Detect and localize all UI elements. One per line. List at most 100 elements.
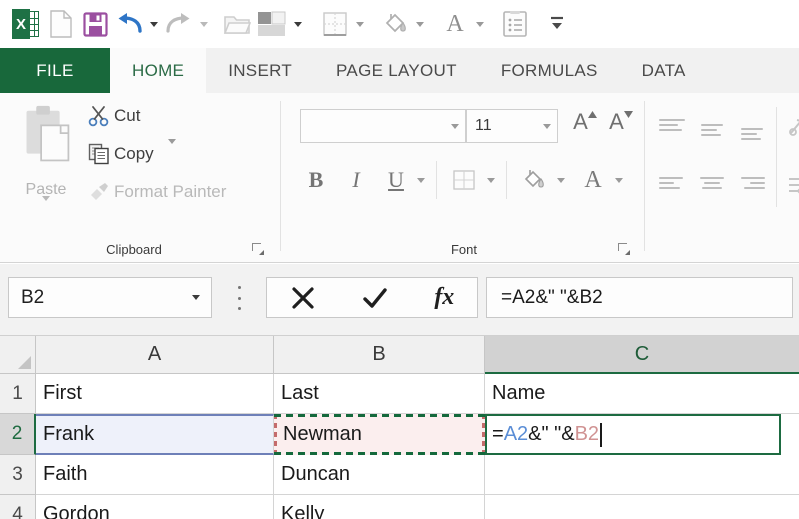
font-color-icon[interactable]: A [438, 7, 472, 41]
cell-a3[interactable]: Faith [36, 455, 274, 495]
cancel-formula-button[interactable] [290, 285, 316, 311]
tab-insert[interactable]: INSERT [206, 48, 314, 93]
new-file-icon[interactable] [44, 7, 78, 41]
row-header-1[interactable]: 1 [0, 374, 36, 414]
name-box-dropdown-icon[interactable] [181, 295, 211, 300]
cell-c3[interactable] [485, 455, 799, 495]
cell-a4-value: Gordon [43, 503, 110, 519]
formula-bar-grip[interactable] [232, 286, 246, 310]
font-color-dropdown-icon[interactable] [472, 7, 488, 41]
select-all-triangle-icon [18, 356, 31, 369]
customize-toolbar-icon[interactable] [540, 7, 574, 41]
bold-button[interactable]: B [300, 163, 332, 197]
cell-b2-value: Newman [283, 423, 362, 445]
align-left-button[interactable] [654, 169, 690, 201]
font-color-dropdown-icon[interactable] [610, 163, 628, 197]
font-name-input[interactable] [300, 109, 466, 143]
column-header-c[interactable]: C [485, 336, 799, 374]
bottom-align-button[interactable] [734, 119, 770, 151]
select-all-button[interactable] [0, 336, 36, 374]
ribbon-content: Paste Cut Copy Format Painter Clipboard … [0, 93, 799, 263]
cut-button[interactable]: Cut [84, 105, 140, 127]
wrap-text-icon[interactable] [784, 169, 799, 201]
grow-font-button[interactable]: A [570, 109, 600, 143]
font-name-dropdown-icon[interactable] [445, 123, 465, 129]
cell-b3[interactable]: Duncan [274, 455, 485, 495]
cell-b2[interactable]: Newman [274, 414, 485, 455]
formula-input[interactable]: =A2&" "&B2 [486, 277, 793, 318]
align-right-button[interactable] [734, 169, 770, 201]
theme-icon[interactable] [254, 7, 290, 41]
open-icon[interactable] [220, 7, 254, 41]
clipboard-dialog-launcher[interactable] [252, 243, 264, 255]
paste-dropdown-icon[interactable] [42, 196, 50, 219]
font-size-dropdown-icon[interactable] [537, 123, 557, 129]
italic-button[interactable]: I [340, 163, 372, 197]
orientation-icon[interactable] [784, 111, 799, 143]
row-header-1-label: 1 [12, 382, 23, 404]
cell-c2[interactable]: = A2 &" "& B2 [485, 414, 781, 455]
theme-dropdown-icon[interactable] [290, 7, 306, 41]
enter-formula-button[interactable] [361, 285, 389, 311]
column-header-a[interactable]: A [36, 336, 274, 374]
cell-a2[interactable]: Frank [36, 414, 274, 455]
borders-dropdown-icon[interactable] [482, 163, 500, 197]
column-header-b[interactable]: B [274, 336, 485, 374]
cell-b1[interactable]: Last [274, 374, 485, 414]
undo-icon[interactable] [112, 7, 146, 41]
borders-dropdown-icon[interactable] [352, 7, 368, 41]
tab-page-layout[interactable]: PAGE LAYOUT [314, 48, 479, 93]
font-dialog-launcher[interactable] [618, 243, 630, 255]
formula-token-concat: &" "& [528, 423, 575, 445]
row-header-4[interactable]: 4 [0, 495, 36, 519]
list-icon[interactable] [498, 7, 532, 41]
undo-dropdown-icon[interactable] [146, 7, 162, 41]
tab-home[interactable]: HOME [110, 48, 207, 93]
cell-a4[interactable]: Gordon [36, 495, 274, 519]
redo-dropdown-icon[interactable] [196, 7, 212, 41]
name-box[interactable]: B2 [8, 277, 212, 318]
paste-button[interactable]: Paste [10, 101, 82, 219]
font-color-button[interactable]: A [576, 163, 610, 197]
column-header-c-label: C [634, 342, 650, 365]
align-center-button[interactable] [694, 169, 730, 201]
copy-dropdown-icon[interactable] [167, 139, 176, 164]
row-header-3[interactable]: 3 [0, 455, 36, 495]
insert-function-button[interactable]: fx [434, 284, 454, 311]
group-separator [280, 101, 281, 251]
format-painter-button[interactable]: Format Painter [84, 181, 226, 203]
formula-bar-area: B2 fx =A2&" "&B2 [0, 264, 799, 336]
borders-button[interactable] [446, 163, 482, 197]
cell-c1[interactable]: Name [485, 374, 799, 414]
cell-c1-value: Name [492, 382, 546, 404]
fill-color-icon[interactable] [378, 7, 412, 41]
tab-formulas[interactable]: FORMULAS [479, 48, 620, 93]
redo-icon[interactable] [162, 7, 196, 41]
middle-align-button[interactable] [694, 115, 730, 147]
save-icon[interactable] [78, 7, 112, 41]
cell-a3-value: Faith [43, 463, 88, 485]
cell-c4[interactable] [485, 495, 799, 519]
top-align-button[interactable] [654, 111, 690, 143]
text-cursor [600, 422, 603, 447]
borders-icon[interactable] [318, 7, 352, 41]
cell-b4[interactable]: Kelly [274, 495, 485, 519]
font-size-value: 11 [475, 117, 492, 134]
format-painter-label: Format Painter [114, 182, 227, 201]
fill-color-button[interactable] [516, 163, 552, 197]
font-size-input[interactable]: 11 [466, 109, 558, 143]
cell-a1[interactable]: First [36, 374, 274, 414]
copy-button[interactable]: Copy [84, 139, 176, 165]
excel-window: X A FILE HOME INSERT PAGE LAYOUT FORMULA… [0, 0, 799, 519]
underline-dropdown-icon[interactable] [412, 163, 430, 197]
underline-button[interactable]: U [380, 163, 412, 197]
fill-color-dropdown-icon[interactable] [412, 7, 428, 41]
fill-color-dropdown-icon[interactable] [552, 163, 570, 197]
row-header-2[interactable]: 2 [0, 414, 36, 455]
tab-file[interactable]: FILE [0, 48, 110, 93]
tab-data[interactable]: DATA [620, 48, 708, 93]
bold-label: B [308, 167, 324, 192]
shrink-font-button[interactable]: A [606, 109, 636, 143]
ribbon-tab-bar: FILE HOME INSERT PAGE LAYOUT FORMULAS DA… [0, 48, 799, 93]
formula-action-buttons: fx [266, 277, 478, 318]
